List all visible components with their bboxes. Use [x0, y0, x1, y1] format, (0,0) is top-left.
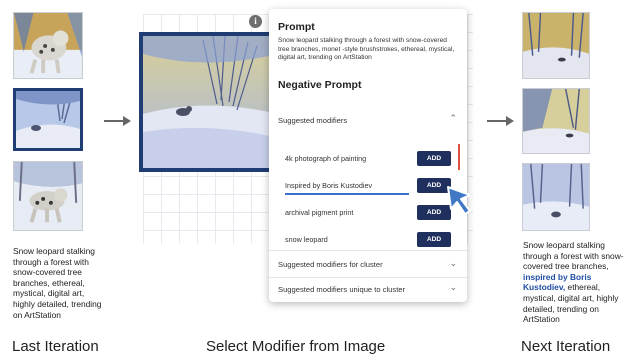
scrollbar-thumb[interactable]: [458, 144, 460, 170]
arrow-right-icon: [487, 116, 514, 126]
modifier-item: Inspired by Boris Kustodiev ADD: [278, 172, 462, 198]
pointer-cursor-icon: [447, 186, 471, 215]
next-iteration-image-3[interactable]: [522, 163, 590, 231]
negative-prompt-heading[interactable]: Negative Prompt: [278, 79, 361, 91]
divider: [269, 250, 467, 251]
last-iteration-image-3[interactable]: [13, 161, 83, 231]
selected-image-large[interactable]: [139, 32, 273, 172]
last-iteration-prompt: Snow leopard stalking through a forest w…: [13, 246, 102, 320]
modifier-label: Inspired by Boris Kustodiev: [285, 181, 373, 190]
prompt-text-before: Snow leopard stalking through a forest w…: [523, 240, 624, 272]
prompt-text[interactable]: Snow leopard stalking through a forest w…: [278, 37, 460, 63]
modifier-label: snow leopard: [285, 235, 328, 244]
next-iteration-title: Next Iteration: [521, 338, 611, 355]
sunlit-snowy-forest-painting: [523, 13, 589, 78]
divider: [269, 277, 467, 278]
snow-leopard-forest-painting: [14, 162, 82, 230]
chevron-up-icon[interactable]: ⌃: [449, 113, 457, 124]
modifier-panel: Prompt Snow leopard stalking through a f…: [269, 9, 467, 302]
select-modifier-title: Select Modifier from Image: [206, 338, 386, 355]
snowy-forest-painting: [16, 91, 80, 148]
modifier-item: archival pigment print ADD: [278, 199, 462, 225]
arrow-right-icon: [104, 116, 131, 126]
modifier-label: archival pigment print: [285, 208, 354, 217]
chevron-down-icon[interactable]: ⌄: [449, 282, 457, 293]
next-iteration-prompt: Snow leopard stalking through a forest w…: [523, 240, 624, 325]
info-icon[interactable]: i: [249, 15, 262, 28]
winter-forest-painting: [523, 89, 589, 153]
modifier-underline: [285, 193, 409, 195]
suggested-modifiers-list: 4k photograph of painting ADD Inspired b…: [278, 143, 462, 253]
last-iteration-title: Last Iteration: [12, 338, 99, 355]
next-iteration-image-2[interactable]: [522, 88, 590, 154]
unique-cluster-modifiers-header[interactable]: Suggested modifiers unique to cluster: [278, 285, 405, 294]
snow-leopard-winter-scene-painting: [523, 164, 589, 230]
last-iteration-image-2-selected[interactable]: [13, 88, 83, 151]
prompt-heading: Prompt: [278, 21, 315, 33]
modifier-item: snow leopard ADD: [278, 226, 462, 252]
modifier-item: 4k photograph of painting ADD: [278, 145, 462, 171]
cluster-modifiers-header[interactable]: Suggested modifiers for cluster: [278, 260, 383, 269]
add-modifier-button[interactable]: ADD: [417, 151, 451, 166]
snowy-forest-with-leopard-painting: [143, 36, 269, 168]
snow-leopard-painting: [14, 13, 82, 78]
suggested-modifiers-header[interactable]: Suggested modifiers: [278, 116, 347, 125]
add-modifier-button[interactable]: ADD: [417, 232, 451, 247]
last-iteration-image-1[interactable]: [13, 12, 83, 79]
modifier-label: 4k photograph of painting: [285, 154, 367, 163]
chevron-down-icon[interactable]: ⌄: [449, 258, 457, 269]
next-iteration-image-1[interactable]: [522, 12, 590, 79]
